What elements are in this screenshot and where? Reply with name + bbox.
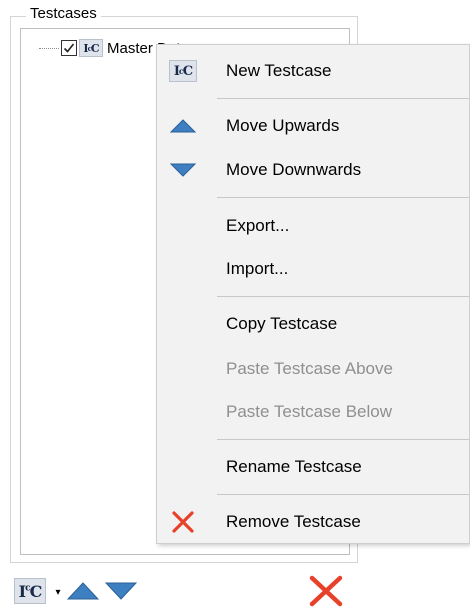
menu-item-rename-testcase[interactable]: Rename Testcase — [157, 447, 469, 487]
menu-item-label: New Testcase — [226, 61, 332, 80]
menu-item-label: Copy Testcase — [226, 314, 338, 333]
testcase-icon: IcC — [79, 39, 103, 57]
context-menu: IcC New Testcase Move Upwards Move Downw… — [156, 44, 470, 544]
menu-item-remove-testcase[interactable]: Remove Testcase — [157, 502, 469, 542]
chevron-down-icon: ▾ — [55, 586, 61, 598]
menu-item-move-downwards[interactable]: Move Downwards — [157, 150, 469, 190]
menu-item-move-upwards[interactable]: Move Upwards — [157, 106, 469, 146]
menu-separator — [217, 197, 469, 198]
testcase-icon: IcC — [167, 59, 199, 83]
triangle-up-icon — [67, 582, 99, 600]
remove-x-icon — [309, 575, 343, 607]
menu-item-label: Export... — [226, 216, 290, 235]
menu-item-copy-testcase[interactable]: Copy Testcase — [157, 304, 469, 344]
menu-item-label: Import... — [226, 259, 289, 278]
menu-item-export[interactable]: Export... — [157, 206, 469, 246]
triangle-down-icon — [105, 582, 137, 600]
menu-separator — [217, 494, 469, 495]
menu-item-label: Paste Testcase Below — [226, 402, 392, 421]
tree-connector-line — [39, 47, 59, 49]
menu-item-label: Move Downwards — [226, 160, 362, 179]
testcase-icon: IcC — [18, 581, 43, 601]
remove-button[interactable] — [306, 574, 346, 608]
node-checkbox[interactable] — [61, 40, 77, 56]
group-title: Testcases — [26, 5, 101, 23]
triangle-down-icon — [167, 158, 199, 182]
menu-item-paste-below: Paste Testcase Below — [157, 392, 469, 432]
menu-separator — [217, 296, 469, 297]
menu-item-label: Paste Testcase Above — [226, 359, 393, 378]
menu-item-paste-above: Paste Testcase Above — [157, 349, 469, 389]
move-down-button[interactable] — [104, 578, 138, 604]
move-up-button[interactable] — [66, 578, 100, 604]
new-testcase-button[interactable]: IcC — [14, 578, 46, 604]
menu-separator — [217, 439, 469, 440]
menu-item-new-testcase[interactable]: IcC New Testcase — [157, 51, 469, 91]
menu-item-label: Remove Testcase — [226, 512, 361, 531]
checkmark-icon — [63, 43, 75, 53]
new-testcase-dropdown-button[interactable]: ▾ — [52, 582, 64, 602]
menu-item-label: Move Upwards — [226, 116, 340, 135]
menu-item-import[interactable]: Import... — [157, 249, 469, 289]
menu-item-label: Rename Testcase — [226, 457, 362, 476]
remove-x-icon — [167, 510, 199, 534]
triangle-up-icon — [167, 114, 199, 138]
menu-separator — [217, 98, 469, 99]
